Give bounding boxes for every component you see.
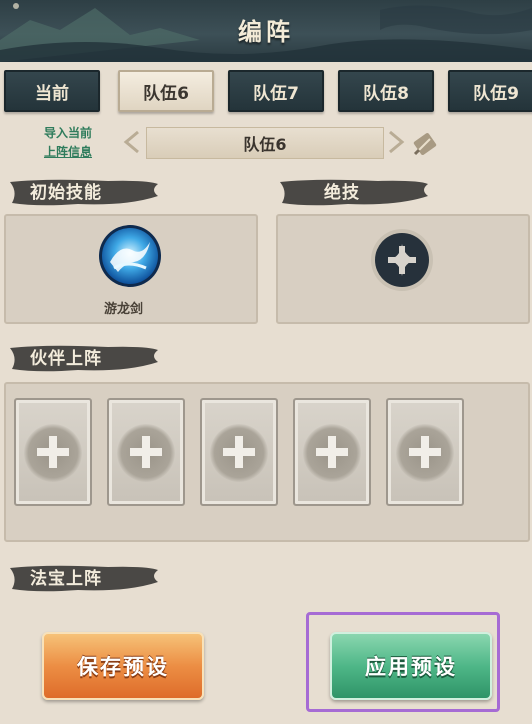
- ultimate-label-text: 绝技: [324, 183, 360, 203]
- tab-team9[interactable]: 队伍9: [448, 70, 532, 112]
- pencil-icon[interactable]: [410, 130, 440, 158]
- partners-label-text: 伙伴上阵: [30, 349, 102, 369]
- initial-skill-panel: 游龙剑: [4, 214, 258, 324]
- plus-icon: [130, 436, 162, 468]
- initial-skill-label-text: 初始技能: [30, 183, 102, 203]
- team-selector: 队伍6: [122, 124, 406, 160]
- initial-skill-label: 初始技能: [8, 176, 160, 210]
- partner-slot-1[interactable]: [14, 398, 92, 506]
- partner-slot-4[interactable]: [293, 398, 371, 506]
- page-title: 编阵: [238, 18, 294, 46]
- apply-preset-button[interactable]: 应用预设: [330, 632, 492, 700]
- import-link-line2: 上阵信息: [43, 145, 92, 159]
- treasure-label: 法宝上阵: [8, 562, 160, 596]
- plus-icon: [37, 436, 69, 468]
- partner-slot-3[interactable]: [200, 398, 278, 506]
- tab-current[interactable]: 当前: [4, 70, 100, 112]
- team-name-display: 队伍6: [146, 127, 384, 159]
- plus-icon: [223, 436, 255, 468]
- chevron-left-icon[interactable]: [122, 130, 144, 154]
- tab-team7[interactable]: 队伍7: [228, 70, 324, 112]
- title-bar: 编阵: [0, 0, 532, 62]
- chevron-right-icon[interactable]: [384, 130, 406, 154]
- ultimate-panel: [276, 214, 530, 324]
- ultimate-label: 绝技: [278, 176, 430, 210]
- partner-slot-2[interactable]: [107, 398, 185, 506]
- partners-label: 伙伴上阵: [8, 342, 160, 376]
- import-current-lineup-link[interactable]: 导入当前 上阵信息: [30, 124, 106, 162]
- import-link-line1: 导入当前: [43, 126, 92, 140]
- add-ultimate-plus-icon[interactable]: [370, 228, 434, 292]
- treasure-label-text: 法宝上阵: [30, 569, 102, 589]
- plus-icon: [409, 436, 441, 468]
- team-tabs: 当前 队伍6 队伍7 队伍8 队伍9: [0, 70, 532, 112]
- partner-slot-5[interactable]: [386, 398, 464, 506]
- skill-name: 游龙剑: [104, 302, 144, 317]
- plus-icon: [316, 436, 348, 468]
- tab-team8[interactable]: 队伍8: [338, 70, 434, 112]
- tab-team6[interactable]: 队伍6: [118, 70, 214, 112]
- dragon-sword-icon[interactable]: [98, 224, 162, 288]
- save-preset-button[interactable]: 保存预设: [42, 632, 204, 700]
